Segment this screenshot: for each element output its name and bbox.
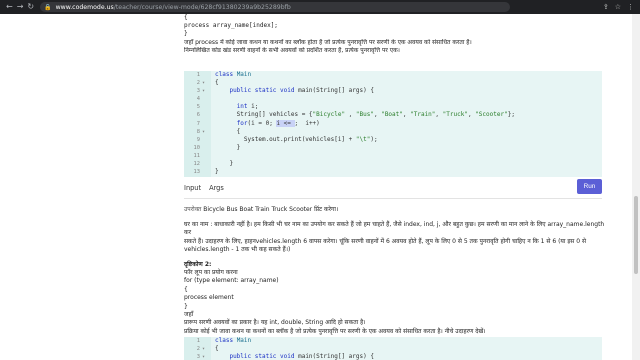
code-text: } bbox=[215, 143, 241, 151]
code-text: String[] vehicles = {"Bicycle" , "Bus", … bbox=[215, 111, 515, 119]
line-number: 8 bbox=[196, 128, 200, 135]
intro-text: { process array_name[index]; } जहाँ proc… bbox=[184, 14, 624, 55]
code-text: System.out.print(vehicles[i] + "\t"); bbox=[215, 135, 378, 143]
code-line[interactable]: 9 System.out.print(vehicles[i] + "\t"); bbox=[184, 136, 602, 144]
output-values: Bicycle Bus Boat Train Truck Scooter bbox=[203, 206, 313, 213]
address-bar[interactable]: 🔒 www.codemode.us/teacher/course/view-mo… bbox=[40, 2, 511, 12]
run-button[interactable]: Run bbox=[577, 179, 602, 194]
url-path: /teacher/course/view-mode/628cf91380239a… bbox=[113, 3, 291, 11]
paragraph-line: प्रारूप सरणी अवयवों का प्रकार है। यह int… bbox=[184, 319, 366, 327]
line-number: 2 bbox=[196, 80, 200, 87]
code-line[interactable]: 1 class Main bbox=[184, 337, 602, 345]
code-line[interactable]: 13} bbox=[184, 168, 602, 176]
code-text: public static void main(String[] args) { bbox=[229, 353, 374, 360]
reload-icon[interactable]: ↻ bbox=[27, 0, 34, 14]
code-text: { bbox=[215, 79, 219, 87]
output-line: उपरोक्त Bicycle Bus Boat Train Truck Sco… bbox=[184, 206, 604, 214]
forward-icon[interactable]: → bbox=[17, 0, 24, 14]
section-heading: दृष्टिकोण 2: bbox=[184, 260, 212, 268]
code-line[interactable]: 4 bbox=[184, 95, 602, 103]
line-number: 2 bbox=[196, 346, 200, 353]
line-number: 1 bbox=[196, 72, 200, 78]
code-line[interactable]: 6 String[] vehicles = {"Bicycle" , "Bus"… bbox=[184, 111, 602, 119]
fold-arrow-icon[interactable]: ▾ bbox=[202, 79, 205, 87]
input-tab[interactable]: Input bbox=[184, 184, 201, 192]
code-text: } bbox=[215, 160, 234, 168]
fold-arrow-icon[interactable]: ▾ bbox=[202, 345, 205, 353]
code-line[interactable]: 5 int i; bbox=[184, 103, 602, 111]
paragraph-line: फॉर लूप का प्रयोग करना bbox=[184, 269, 238, 277]
output-label: उपरोक्त bbox=[184, 206, 202, 213]
code-text: { bbox=[215, 127, 241, 135]
intro-line: निम्नलिखित कोड खंड सरणी वाहनों के सभी अव… bbox=[184, 46, 400, 54]
line-number: 9 bbox=[196, 136, 200, 143]
fold-arrow-icon[interactable]: ▾ bbox=[202, 128, 205, 136]
code-line[interactable]: 11 bbox=[184, 152, 602, 160]
output-suffix: प्रिंट करेगा। bbox=[314, 206, 339, 213]
line-number: 5 bbox=[196, 104, 200, 111]
browser-toolbar: ← → ↻ 🔒 www.codemode.us/teacher/course/v… bbox=[0, 0, 640, 14]
code-line[interactable]: 10 } bbox=[184, 144, 602, 152]
back-icon[interactable]: ← bbox=[6, 0, 13, 14]
scrollbar-thumb[interactable] bbox=[634, 196, 638, 274]
line-number: 10 bbox=[193, 144, 201, 151]
browser-menu-icon[interactable]: ⋮ bbox=[627, 3, 634, 11]
explanation-text: घर का नाम : बाधाकारी नहीं है। हम किसी भी… bbox=[184, 221, 612, 336]
url-domain: www.codemode.us bbox=[55, 3, 114, 11]
line-number: 4 bbox=[196, 96, 200, 103]
fold-arrow-icon[interactable]: ▾ bbox=[202, 87, 205, 95]
lock-icon: 🔒 bbox=[44, 3, 52, 11]
line-number: 11 bbox=[193, 152, 201, 159]
bookmark-star-icon[interactable]: ☆ bbox=[615, 3, 621, 11]
share-icon[interactable]: ⇪ bbox=[603, 3, 609, 11]
line-number: 6 bbox=[196, 112, 200, 119]
paragraph-line: for (type element: array_name) bbox=[184, 277, 279, 285]
fold-arrow-icon[interactable]: ▾ bbox=[202, 353, 205, 360]
code-editor[interactable]: 1 class Main 2 ▾{3 ▾ public static void main… bbox=[184, 71, 602, 177]
code-text: for(i = 0; i <= ; i++) bbox=[236, 119, 320, 127]
paragraph-line: सकते हैं। उदाहरण के लिए, हाहनvehicles.le… bbox=[184, 237, 587, 245]
paragraph-line: घर का नाम : बाधाकारी नहीं है। हम किसी भी… bbox=[184, 221, 605, 237]
code-line[interactable]: 3 ▾ public static void main(String[] args… bbox=[184, 353, 602, 360]
intro-line: process array_name[index]; bbox=[184, 22, 278, 30]
code-text: } bbox=[215, 168, 219, 176]
io-bar: Input Args Run bbox=[184, 177, 602, 199]
intro-line: { bbox=[184, 14, 188, 21]
paragraph-line: { bbox=[184, 285, 188, 293]
code-line[interactable]: 8 ▾ { bbox=[184, 128, 602, 136]
code-text: int i; bbox=[236, 103, 259, 111]
code-text: class Main bbox=[215, 71, 252, 78]
page-scrollbar[interactable] bbox=[632, 14, 640, 360]
args-tab[interactable]: Args bbox=[209, 184, 224, 192]
intro-line: } bbox=[184, 30, 188, 38]
code-editor[interactable]: 1 class Main 2 ▾ {3 ▾ public static void main… bbox=[184, 337, 602, 360]
lesson-content: { process array_name[index]; } जहाँ proc… bbox=[172, 14, 632, 360]
code-line[interactable]: 2 ▾ { bbox=[184, 79, 602, 87]
line-number: 12 bbox=[193, 161, 201, 168]
line-number: 3 bbox=[196, 88, 200, 95]
code-text: { bbox=[215, 345, 219, 353]
paragraph-line: } bbox=[184, 302, 188, 310]
code-text: public static void main(String[] args) { bbox=[229, 87, 374, 95]
code-line[interactable]: 7 for(i = 0; i <= ; i++) bbox=[184, 119, 602, 128]
line-number: 13 bbox=[193, 169, 201, 176]
line-number: 3 bbox=[196, 354, 200, 360]
line-number: 1 bbox=[196, 338, 200, 344]
code-line[interactable]: 2 ▾ { bbox=[184, 345, 602, 353]
line-number: 7 bbox=[196, 120, 200, 127]
intro-line: जहाँ process में कोई जावा कथन या कथनों क… bbox=[184, 38, 472, 46]
url-text: www.codemode.us/teacher/course/view-mode… bbox=[56, 4, 291, 11]
code-text: class Main bbox=[215, 337, 252, 344]
code-line[interactable]: 3 ▾ public static void main(String[] args… bbox=[184, 87, 602, 95]
paragraph-line: process element bbox=[184, 294, 234, 302]
code-line[interactable]: 1 class Main bbox=[184, 71, 602, 79]
paragraph-line: vehicles.length - 1 तक भी कह सकते हैं।) bbox=[184, 246, 291, 254]
code-line[interactable]: 12 } bbox=[184, 160, 602, 168]
paragraph-line: प्रक्रिया कोई भी जावा कथन या कथनों का ब्… bbox=[184, 327, 486, 335]
